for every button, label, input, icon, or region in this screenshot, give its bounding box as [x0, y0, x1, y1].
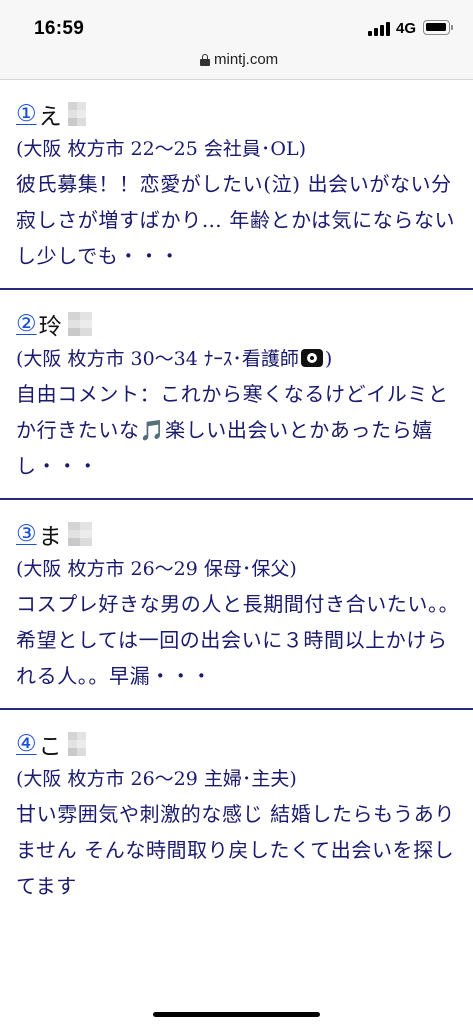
profile-number-link[interactable]: ②: [16, 311, 37, 337]
profile-name: こ: [38, 734, 62, 760]
censored-name-mosaic: [67, 102, 86, 126]
profile-name: ま: [38, 524, 62, 550]
network-type: 4G: [396, 20, 417, 37]
profile-name: 玲: [38, 314, 62, 340]
address-bar[interactable]: mintj.com: [0, 44, 473, 80]
profile-detail: (大阪 枚方市 26〜29 主婦･主夫): [16, 768, 297, 790]
camera-icon: [300, 349, 323, 367]
profile-card[interactable]: ③ ま (大阪 枚方市 26〜29 保母･保父) コスプレ好きな男の人と長期間付…: [0, 500, 473, 710]
url-text[interactable]: mintj.com: [214, 51, 278, 68]
profile-detail: (大阪 枚方市 30〜34 ﾅｰｽ･看護師): [16, 342, 463, 376]
censored-name-mosaic: [67, 732, 86, 756]
battery-cap: [451, 25, 453, 30]
profile-list: ① え (大阪 枚方市 22〜25 会社員･OL) 彼氏募集！！恋愛がしたい(泣…: [0, 80, 473, 918]
profile-name-line: ② 玲: [16, 306, 463, 342]
profile-card[interactable]: ④ こ (大阪 枚方市 26〜29 主婦･主夫) 甘い雰囲気や刺激的な感じ 結婚…: [0, 710, 473, 918]
profile-detail: (大阪 枚方市 22〜25 会社員･OL): [16, 138, 306, 160]
profile-comment: コスプレ好きな男の人と長期間付き合いたい。。希望としては一回の出会いに３時間以上…: [16, 592, 460, 688]
censored-name-mosaic: [67, 312, 92, 336]
status-time: 16:59: [34, 18, 85, 39]
profile-detail: (大阪 枚方市 26〜29 保母･保父): [16, 558, 297, 580]
battery-icon: [423, 20, 450, 35]
profile-number-link[interactable]: ③: [16, 521, 37, 547]
lock-icon: [200, 54, 210, 66]
profile-comment: 自由コメント：これから寒くなるけどイルミとか行きたいな🎵楽しい出会いとかあったら…: [16, 382, 449, 478]
censored-name-mosaic: [67, 522, 92, 546]
profile-name-line: ④ こ: [16, 726, 463, 762]
profile-comment: 彼氏募集！！恋愛がしたい(泣) 出会いがない分寂しさが増すばかり… 年齢とかは気…: [16, 172, 456, 268]
profile-detail-close: ): [324, 348, 333, 370]
status-bar: 16:59 4G: [0, 0, 473, 44]
profile-name-line: ③ ま: [16, 516, 463, 552]
profile-number-link[interactable]: ④: [16, 731, 37, 757]
profile-name: え: [38, 104, 62, 130]
profile-detail-text: (大阪 枚方市 30〜34 ﾅｰｽ･看護師: [16, 348, 299, 370]
cellular-signal-icon: [368, 22, 390, 36]
profile-card[interactable]: ① え (大阪 枚方市 22〜25 会社員･OL) 彼氏募集！！恋愛がしたい(泣…: [0, 80, 473, 290]
profile-name-line: ① え: [16, 96, 463, 132]
profile-comment: 甘い雰囲気や刺激的な感じ 結婚したらもうありません そんな時間取り戻したくて出会…: [16, 802, 455, 898]
profile-card[interactable]: ② 玲 (大阪 枚方市 30〜34 ﾅｰｽ･看護師) 自由コメント：これから寒く…: [0, 290, 473, 500]
profile-number-link[interactable]: ①: [16, 101, 37, 127]
home-indicator[interactable]: [153, 1012, 320, 1017]
